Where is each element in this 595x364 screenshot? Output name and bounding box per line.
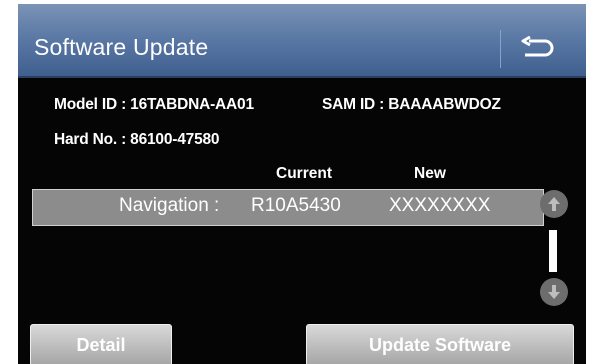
scrollbar-thumb[interactable] <box>549 230 557 272</box>
content-area: Model ID : 16TABDNA-AA01 SAM ID : BAAAAB… <box>18 78 586 364</box>
hard-no-text: Hard No. : 86100-47580 <box>54 131 220 148</box>
sam-id-text: SAM ID : BAAAABWDOZ <box>322 96 501 113</box>
update-software-button[interactable]: Update Software <box>306 324 574 364</box>
detail-button[interactable]: Detail <box>30 324 172 364</box>
title-bar: Software Update <box>18 4 586 78</box>
column-header-new: New <box>414 165 446 182</box>
software-row-navigation[interactable]: Navigation : R10A5430 XXXXXXXX <box>32 189 544 226</box>
detail-button-label: Detail <box>76 335 126 355</box>
model-id-text: Model ID : 16TABDNA-AA01 <box>54 96 254 113</box>
scroll-up-icon <box>548 197 560 211</box>
back-arrow-icon <box>521 35 554 57</box>
page-title: Software Update <box>34 34 209 60</box>
scroll-down-icon <box>548 285 560 299</box>
new-version: XXXXXXXX <box>389 195 491 216</box>
scroll-up-button[interactable] <box>540 190 568 218</box>
display-screen: Software Update Model ID : 16TABDNA-AA01… <box>18 4 586 364</box>
column-header-current: Current <box>276 165 332 182</box>
back-button[interactable] <box>500 30 571 68</box>
scroll-down-button[interactable] <box>540 278 568 306</box>
update-software-button-label: Update Software <box>368 335 512 355</box>
current-version: R10A5430 <box>251 195 341 216</box>
row-label: Navigation : <box>119 195 220 216</box>
